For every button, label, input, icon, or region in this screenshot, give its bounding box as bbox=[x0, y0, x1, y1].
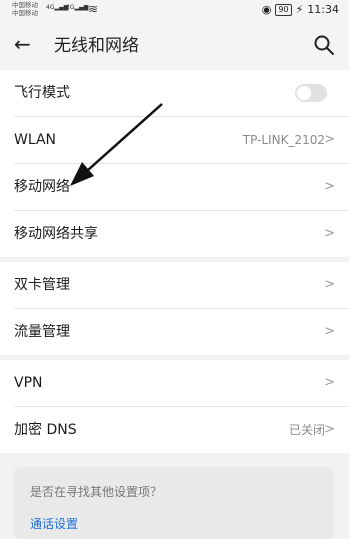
charging-icon: ⚡ bbox=[295, 3, 304, 16]
settings-group-sim: 双卡管理 > 流量管理 > bbox=[0, 262, 349, 355]
dns-value: 已关闭 bbox=[288, 423, 325, 437]
row-label: 移动网络 bbox=[14, 179, 70, 195]
status-bar: 中国移动 中国移动 4G▂▄▆ 2G▂▄▆ ≋ ◉ 90 ⚡ 11:34 bbox=[0, 0, 349, 22]
row-data-usage[interactable]: 流量管理 > bbox=[14, 309, 349, 355]
app-header: ← 无线和网络 bbox=[0, 22, 349, 70]
signal-1-icon: 4G▂▄▆ bbox=[46, 4, 69, 11]
row-mobile-network[interactable]: 移动网络 > bbox=[14, 164, 349, 211]
signal-2-icon: 2G▂▄▆ bbox=[66, 4, 89, 11]
back-arrow-icon[interactable]: ← bbox=[14, 32, 31, 56]
chevron-right-icon: > bbox=[324, 277, 335, 292]
airplane-mode-toggle[interactable] bbox=[295, 84, 327, 102]
eye-comfort-icon: ◉ bbox=[261, 3, 272, 16]
row-label: 流量管理 bbox=[14, 324, 70, 340]
chevron-right-icon: > bbox=[324, 375, 335, 390]
settings-group-network: 飞行模式 WLAN TP-LINK_2102 > 移动网络 > 移动网络共享 > bbox=[0, 70, 349, 257]
settings-group-security: VPN > 加密 DNS 已关闭 > bbox=[0, 360, 349, 453]
row-airplane-mode[interactable]: 飞行模式 bbox=[14, 70, 349, 117]
clock: 11:34 bbox=[307, 3, 339, 16]
row-label: WLAN bbox=[14, 132, 57, 148]
wifi-icon: ≋ bbox=[88, 2, 99, 16]
wlan-value: TP-LINK_2102 bbox=[242, 133, 325, 147]
battery-icon: 90 bbox=[275, 3, 292, 16]
carrier-labels: 中国移动 中国移动 bbox=[12, 1, 38, 17]
row-tethering[interactable]: 移动网络共享 > bbox=[14, 211, 349, 257]
suggestion-card: 是否在寻找其他设置项？ 通话设置 bbox=[14, 467, 334, 539]
carrier-2: 中国移动 bbox=[12, 9, 38, 17]
row-dual-sim[interactable]: 双卡管理 > bbox=[14, 262, 349, 309]
row-label: 双卡管理 bbox=[14, 277, 70, 293]
row-wlan[interactable]: WLAN TP-LINK_2102 > bbox=[14, 117, 349, 164]
chevron-right-icon: > bbox=[324, 132, 335, 147]
row-label: 加密 DNS bbox=[14, 422, 77, 438]
chevron-right-icon: > bbox=[324, 179, 335, 194]
page-title: 无线和网络 bbox=[54, 36, 139, 56]
suggestion-question: 是否在寻找其他设置项？ bbox=[30, 485, 163, 499]
row-label: 移动网络共享 bbox=[14, 226, 98, 242]
chevron-right-icon: > bbox=[324, 422, 335, 437]
row-label: 飞行模式 bbox=[14, 85, 70, 101]
carrier-1: 中国移动 bbox=[12, 1, 38, 9]
chevron-right-icon: > bbox=[324, 324, 335, 339]
status-right: ◉ 90 ⚡ 11:34 bbox=[262, 3, 339, 16]
row-vpn[interactable]: VPN > bbox=[14, 360, 349, 407]
row-private-dns[interactable]: 加密 DNS 已关闭 > bbox=[14, 407, 349, 453]
call-settings-link[interactable]: 通话设置 bbox=[30, 515, 78, 532]
chevron-right-icon: > bbox=[324, 226, 335, 241]
search-icon[interactable] bbox=[313, 34, 335, 56]
row-label: VPN bbox=[14, 375, 43, 391]
